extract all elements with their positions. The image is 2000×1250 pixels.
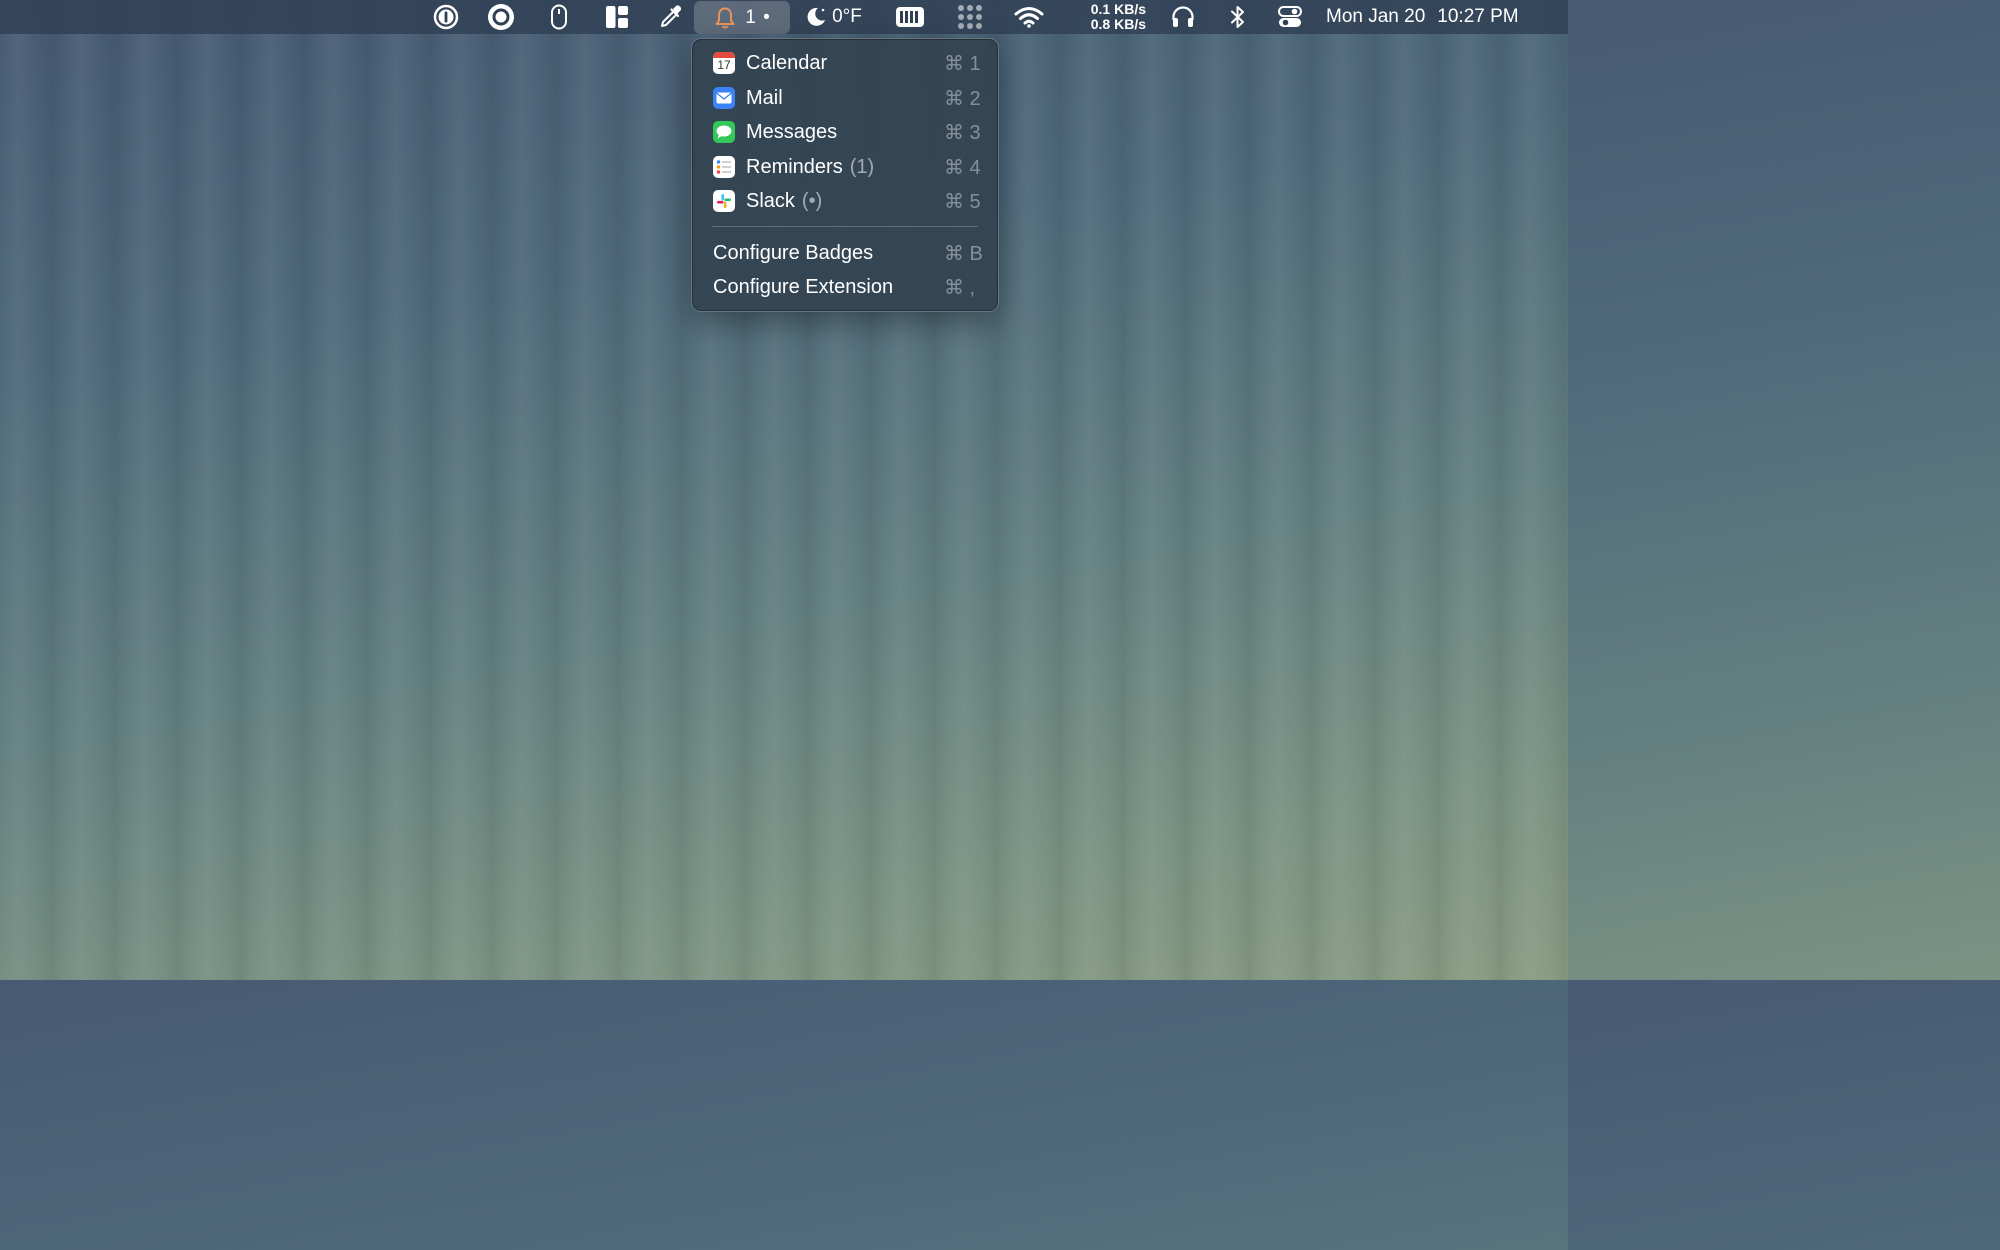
headphones-icon[interactable] [1168,0,1198,34]
wifi-icon[interactable] [1012,0,1046,34]
menu-item-label: Configure Badges [713,241,874,264]
clock-date: Mon Jan 20 [1326,6,1426,27]
menu-bar: 1 • 0°F 0.1 KB/s 0.8 KB/s Mon Jan 20 10:… [0,0,1568,34]
configure-badges-item[interactable]: Configure Badges ⌘ B [698,236,992,270]
configure-extension-item[interactable]: Configure Extension ⌘ , [698,270,992,304]
slack-icon [713,190,735,212]
record-icon[interactable] [485,0,517,34]
menu-item-label: Calendar [746,51,828,74]
network-speed-monitor[interactable]: 0.1 KB/s 0.8 KB/s [1076,0,1146,34]
reminders-icon [713,156,735,178]
messages-icon [713,121,735,143]
calendar-icon: 17 [713,52,735,74]
app-grid-icon[interactable] [955,0,985,34]
menu-item-reminders[interactable]: Reminders (1) ⌘ 4 [698,150,992,184]
notifications-menu-button[interactable]: 1 • [694,1,790,34]
menu-item-shortcut: ⌘ 4 [944,156,981,179]
menu-item-mail[interactable]: Mail ⌘ 2 [698,81,992,115]
1password-icon[interactable] [430,0,462,34]
menu-item-label: Configure Extension [713,275,894,298]
weather-button[interactable]: 0°F [800,0,866,34]
menu-item-shortcut: ⌘ 2 [944,87,981,110]
bell-icon [713,6,737,30]
weather-temperature: 0°F [832,6,862,27]
menu-item-shortcut: ⌘ B [944,242,983,265]
menu-item-shortcut: ⌘ 1 [944,52,981,75]
menu-item-shortcut: ⌘ 5 [944,190,981,213]
menu-item-label: Mail [746,86,783,109]
moon-icon [804,5,828,29]
control-center-icon[interactable] [1275,0,1305,34]
color-picker-icon[interactable] [656,0,686,34]
menu-item-shortcut: ⌘ , [944,276,976,299]
clock-time: 10:27 PM [1437,6,1519,27]
menu-item-badge: (1) [849,155,875,178]
menu-item-label: Slack [746,189,795,212]
menu-separator [712,226,978,227]
menu-item-shortcut: ⌘ 3 [944,121,981,144]
notification-badges-menu: 17 Calendar ⌘ 1 Mail ⌘ 2 Messages ⌘ 3 Re… [691,38,999,312]
menu-item-label: Reminders [746,155,843,178]
bluetooth-icon[interactable] [1225,0,1251,34]
window-layout-icon[interactable] [603,0,631,34]
battery-icon[interactable] [893,0,927,34]
menu-item-badge: (•) [801,189,823,212]
notification-count: 1 • [745,6,771,28]
mouse-icon[interactable] [545,0,573,34]
upload-speed: 0.1 KB/s [1090,1,1146,17]
download-speed: 0.8 KB/s [1090,16,1146,32]
mail-icon [713,87,735,109]
menu-item-calendar[interactable]: 17 Calendar ⌘ 1 [698,46,992,80]
menu-item-label: Messages [746,120,838,143]
menu-item-messages[interactable]: Messages ⌘ 3 [698,115,992,149]
menubar-clock[interactable]: Mon Jan 20 10:27 PM [1326,0,1546,34]
menu-item-slack[interactable]: Slack (•) ⌘ 5 [698,184,992,218]
